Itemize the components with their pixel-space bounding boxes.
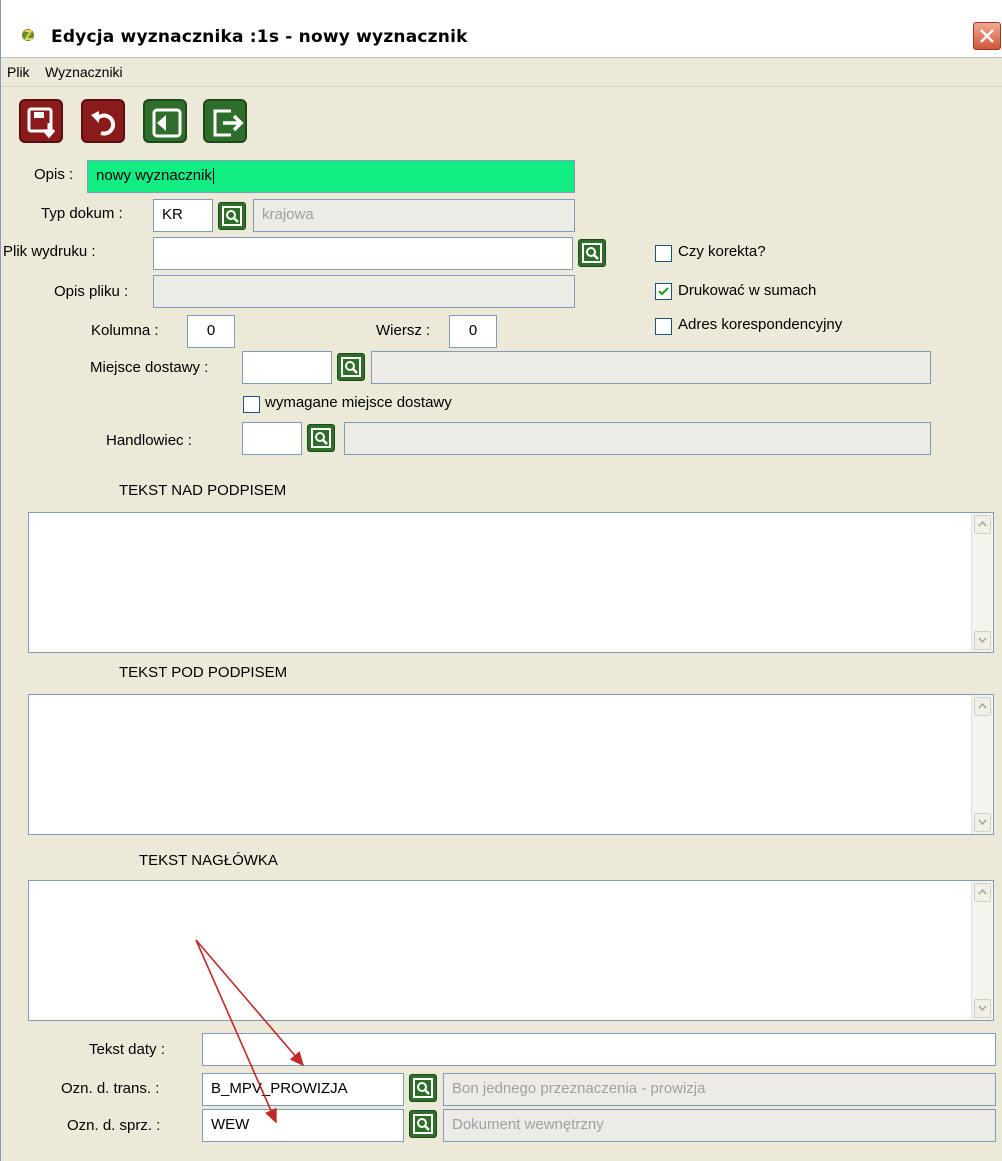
wiersz-input[interactable]: 0: [449, 315, 497, 348]
typ-dokum-lookup-button[interactable]: [218, 202, 246, 230]
scroll-down-button[interactable]: [974, 999, 991, 1018]
kolumna-input[interactable]: 0: [187, 315, 235, 348]
checkmark-icon: [658, 287, 669, 296]
tekst-naglowka-label: TEKST NAGŁÓWKA: [139, 852, 278, 869]
first-record-icon: [152, 108, 182, 138]
miejsce-dostawy-label: Miejsce dostawy :: [90, 359, 209, 376]
tekst-pod-podpisem-label: TEKST POD PODPISEM: [119, 664, 288, 681]
adres-korespondencyjny-checkbox[interactable]: [655, 318, 672, 335]
opis-value: nowy wyznacznik: [96, 167, 212, 184]
wymagane-miejsce-checkbox[interactable]: [243, 396, 260, 413]
drukowac-w-sumach-checkbox[interactable]: [655, 283, 672, 300]
scroll-up-button[interactable]: [974, 883, 991, 902]
chevron-up-icon: [978, 521, 987, 527]
opis-label: Opis :: [34, 166, 74, 183]
form-area: Opis : nowy wyznacznik Typ dokum : KR kr…: [1, 87, 1002, 1161]
plik-wydruku-lookup-button[interactable]: [578, 239, 606, 267]
opis-pliku-label: Opis pliku :: [54, 283, 129, 300]
typ-dokum-input[interactable]: KR: [153, 199, 213, 232]
search-icon: [413, 1114, 433, 1134]
handlowiec-input[interactable]: [242, 422, 302, 455]
chevron-down-icon: [978, 819, 987, 825]
menu-wyznaczniki[interactable]: Wyznaczniki: [45, 64, 123, 80]
adres-korespondencyjny-label: Adres korespondencyjny: [678, 316, 843, 333]
undo-icon: [91, 111, 116, 136]
scroll-down-button[interactable]: [974, 813, 991, 832]
typ-dokum-label: Typ dokum :: [41, 205, 123, 222]
miejsce-dostawy-description: [371, 351, 931, 384]
wiersz-label: Wiersz :: [376, 322, 431, 339]
miejsce-dostawy-input[interactable]: [242, 351, 332, 384]
tekst-naglowka-textarea[interactable]: [28, 880, 994, 1021]
search-icon: [222, 206, 242, 226]
first-record-button[interactable]: [143, 99, 187, 143]
ozn-d-trans-description: Bon jednego przeznaczenia - prowizja: [443, 1073, 996, 1106]
ozn-d-trans-lookup-button[interactable]: [409, 1074, 437, 1102]
opis-input[interactable]: nowy wyznacznik: [87, 160, 575, 193]
typ-dokum-description: krajowa: [253, 199, 575, 232]
exit-button[interactable]: [203, 99, 247, 143]
editor-window: Edycja wyznacznika :1s - nowy wyznacznik…: [0, 0, 1002, 1161]
handlowiec-lookup-button[interactable]: [307, 424, 335, 452]
search-icon: [413, 1078, 433, 1098]
vertical-scrollbar[interactable]: [971, 881, 993, 1020]
opis-pliku-input: [153, 275, 575, 308]
save-button[interactable]: [19, 99, 63, 143]
ozn-d-trans-input[interactable]: B_MPV_PROWIZJA: [202, 1073, 404, 1106]
scroll-up-button[interactable]: [974, 515, 991, 534]
ozn-d-sprz-lookup-button[interactable]: [409, 1110, 437, 1138]
tekst-nad-podpisem-label: TEKST NAD PODPISEM: [119, 482, 287, 499]
ozn-d-sprz-label: Ozn. d. sprz. :: [67, 1117, 161, 1134]
chevron-down-icon: [978, 1005, 987, 1011]
title-bar[interactable]: Edycja wyznacznika :1s - nowy wyznacznik: [1, 0, 1002, 58]
ozn-d-sprz-input[interactable]: WEW: [202, 1109, 404, 1142]
search-icon: [341, 357, 361, 377]
ozn-d-sprz-description: Dokument wewnętrzny: [443, 1109, 996, 1142]
plik-wydruku-input[interactable]: [153, 237, 573, 270]
miejsce-dostawy-lookup-button[interactable]: [337, 353, 365, 381]
drukowac-w-sumach-label: Drukować w sumach: [678, 282, 817, 299]
wymagane-miejsce-label: wymagane miejsce dostawy: [265, 394, 452, 411]
search-icon: [582, 243, 602, 263]
plik-wydruku-label: Plik wydruku :: [3, 243, 96, 260]
vertical-scrollbar[interactable]: [971, 695, 993, 834]
search-icon: [311, 428, 331, 448]
czy-korekta-checkbox[interactable]: [655, 245, 672, 262]
menu-bar: Plik Wyznaczniki: [1, 58, 1002, 87]
tekst-nad-podpisem-textarea[interactable]: [28, 512, 994, 653]
czy-korekta-label: Czy korekta?: [678, 243, 766, 260]
close-button[interactable]: [973, 22, 1001, 50]
exit-icon: [213, 109, 244, 137]
tekst-daty-input[interactable]: [202, 1033, 996, 1066]
window-title: Edycja wyznacznika :1s - nowy wyznacznik: [51, 27, 468, 47]
app-icon: [19, 26, 37, 44]
chevron-down-icon: [978, 637, 987, 643]
undo-button[interactable]: [81, 99, 125, 143]
tekst-daty-label: Tekst daty :: [89, 1041, 165, 1058]
handlowiec-label: Handlowiec :: [106, 432, 192, 449]
vertical-scrollbar[interactable]: [971, 513, 993, 652]
ozn-d-trans-label: Ozn. d. trans. :: [61, 1080, 160, 1097]
save-icon: [27, 107, 56, 139]
scroll-up-button[interactable]: [974, 697, 991, 716]
close-icon: [980, 29, 994, 43]
chevron-up-icon: [978, 703, 987, 709]
handlowiec-description: [344, 422, 931, 455]
scroll-down-button[interactable]: [974, 631, 991, 650]
text-caret: [212, 168, 214, 185]
kolumna-label: Kolumna :: [91, 322, 159, 339]
menu-plik[interactable]: Plik: [7, 64, 30, 80]
chevron-up-icon: [978, 889, 987, 895]
tekst-pod-podpisem-textarea[interactable]: [28, 694, 994, 835]
